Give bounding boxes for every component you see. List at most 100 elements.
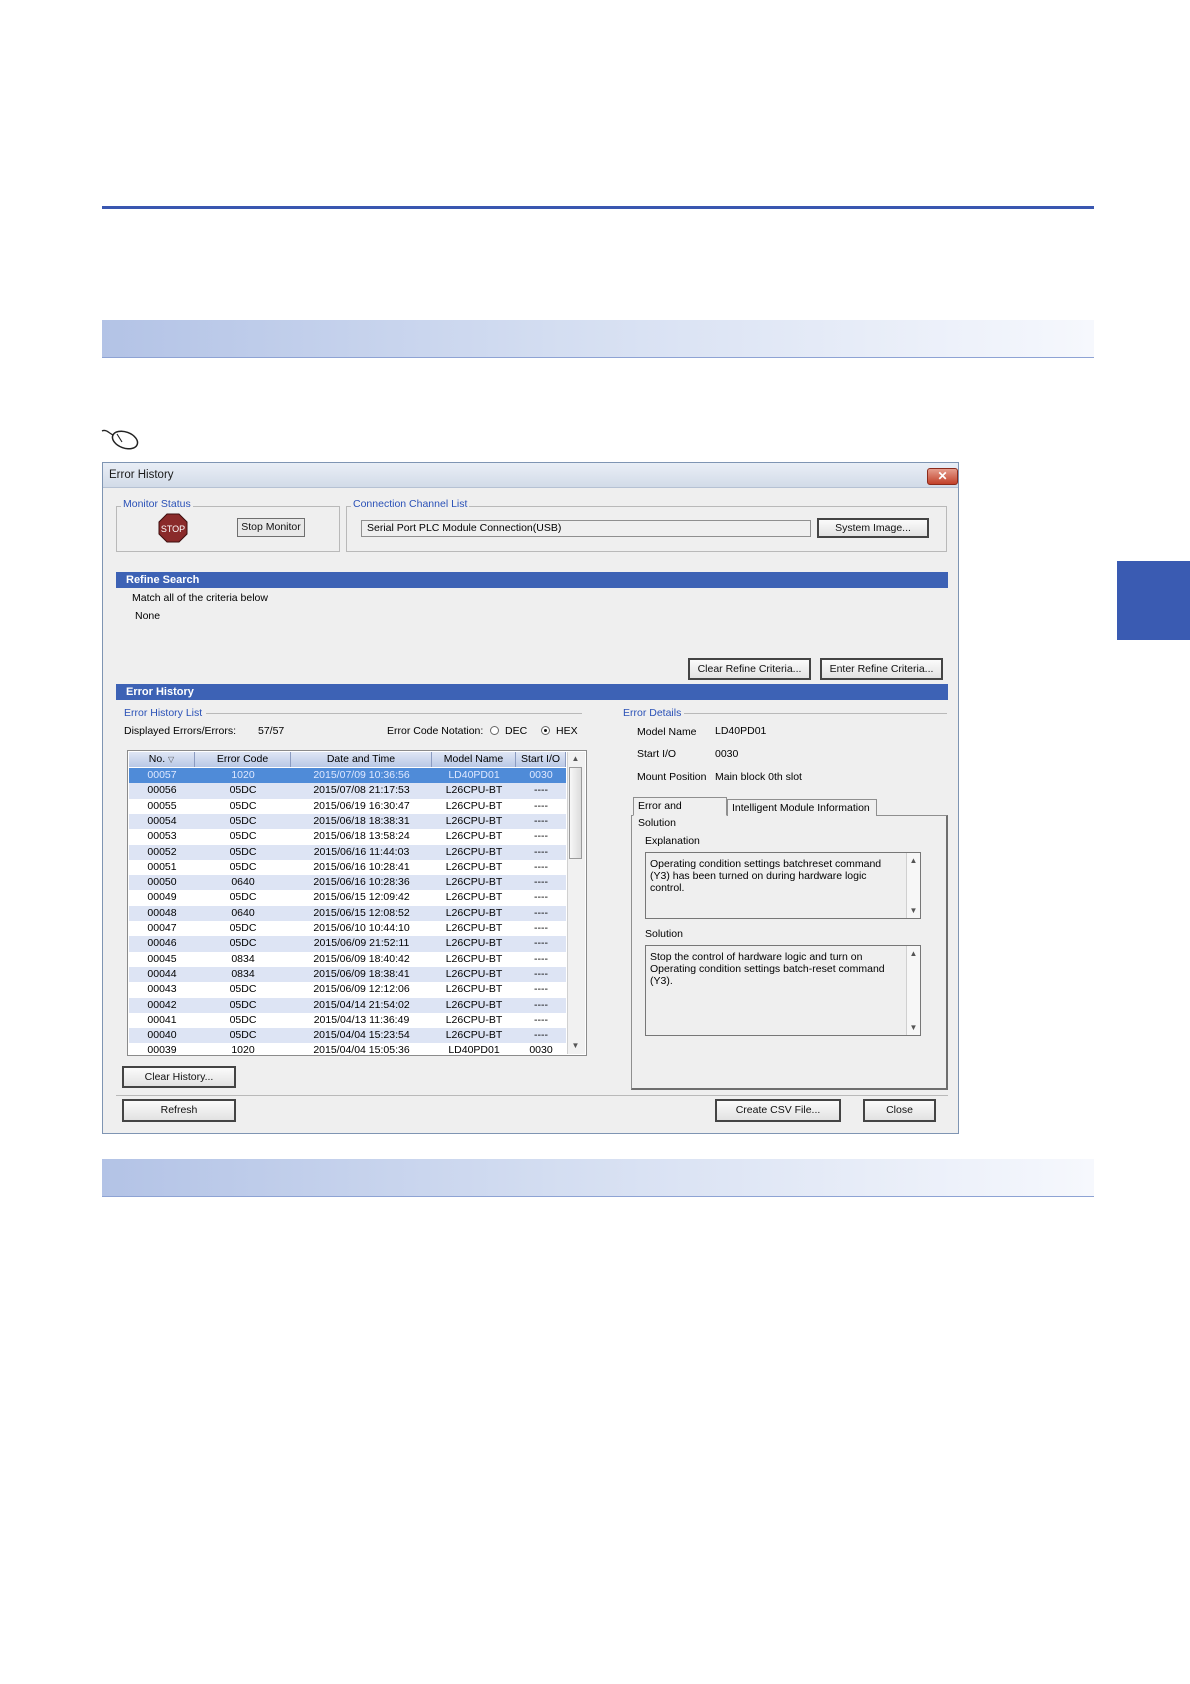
table-cell: L26CPU-BT — [445, 891, 503, 904]
displayed-errors-label: Displayed Errors/Errors: — [124, 725, 237, 737]
close-button[interactable]: Close — [863, 1099, 936, 1122]
monitor-status-legend: Monitor Status — [121, 498, 193, 510]
explanation-box[interactable]: Operating condition settings batchreset … — [645, 852, 921, 919]
table-cell: 2015/06/15 12:09:42 — [313, 891, 410, 904]
table-row[interactable]: 00056 05DC 2015/07/08 21:17:53 L26CPU-BT ---… — [129, 783, 566, 799]
table-cell: L26CPU-BT — [445, 922, 503, 934]
table-row[interactable]: 00046 05DC 2015/06/09 21:52:11 L26CPU-BT ---… — [129, 936, 566, 952]
explanation-scroll-up-icon[interactable]: ▲ — [907, 856, 920, 865]
table-row[interactable]: 00053 05DC 2015/06/18 13:58:24 L26CPU-BT ---… — [129, 829, 566, 844]
stop-monitor-button[interactable]: Stop Monitor — [237, 518, 305, 537]
column-header-no[interactable]: No. ▽ — [129, 752, 195, 767]
column-header-date-time[interactable]: Date and Time — [291, 752, 432, 767]
solution-scroll-down-icon[interactable]: ▼ — [907, 1023, 920, 1032]
details-legend-rule — [684, 713, 947, 714]
close-window-button[interactable]: ✕ — [927, 468, 958, 485]
table-cell: 2015/04/13 11:36:49 — [313, 1013, 410, 1026]
solution-box[interactable]: Stop the control of hardware logic and t… — [645, 945, 921, 1036]
table-cell: 1020 — [231, 769, 255, 781]
list-legend-rule — [206, 713, 582, 714]
table-cell: ---- — [534, 1029, 548, 1042]
section-band-bottom — [102, 1159, 1094, 1197]
column-header-start-io[interactable]: Start I/O — [516, 752, 566, 767]
table-cell: 00046 — [147, 937, 177, 950]
table-row[interactable]: 00044 0834 2015/06/09 18:38:41 L26CPU-BT ---… — [129, 966, 566, 983]
table-cell: 2015/06/10 10:44:10 — [313, 922, 410, 934]
mount-position-value: Main block 0th slot — [715, 771, 802, 783]
refresh-button[interactable]: Refresh — [122, 1099, 236, 1122]
table-cell: 2015/06/15 12:08:52 — [313, 906, 410, 919]
table-cell: 05DC — [229, 799, 257, 812]
table-row[interactable]: 00050 0640 2015/06/16 10:28:36 L26CPU-BT ---… — [129, 875, 566, 891]
table-row[interactable]: 00040 05DC 2015/04/04 15:23:54 L26CPU-BT ---… — [129, 1028, 566, 1044]
table-cell: ---- — [534, 876, 548, 889]
table-cell: 05DC — [229, 983, 257, 996]
table-cell: 00055 — [147, 799, 177, 812]
table-row[interactable]: 00051 05DC 2015/06/16 10:28:41 L26CPU-BT ---… — [129, 860, 566, 875]
start-io-label: Start I/O — [637, 748, 677, 760]
table-cell: 05DC — [229, 860, 257, 873]
dialog-title: Error History — [109, 469, 174, 481]
explanation-scroll-down-icon[interactable]: ▼ — [907, 906, 920, 915]
system-image-button[interactable]: System Image... — [817, 518, 929, 538]
table-row[interactable]: 00054 05DC 2015/06/18 18:38:31 L26CPU-BT ---… — [129, 813, 566, 830]
table-row[interactable]: 00052 05DC 2015/06/16 11:44:03 L26CPU-BT ---… — [129, 844, 566, 860]
mouse-icon — [101, 429, 139, 450]
table-cell: 2015/06/16 11:44:03 — [313, 845, 410, 858]
table-row[interactable]: 00042 05DC 2015/04/14 21:54:02 L26CPU-BT ---… — [129, 997, 566, 1013]
table-cell: ---- — [534, 906, 548, 919]
table-cell: 00053 — [147, 830, 177, 843]
table-row[interactable]: 00043 05DC 2015/06/09 12:12:06 L26CPU-BT ---… — [129, 982, 566, 997]
hex-radio[interactable] — [541, 726, 550, 735]
table-cell: L26CPU-BT — [445, 952, 503, 965]
table-cell: 2015/06/09 21:52:11 — [313, 937, 410, 950]
table-cell: L26CPU-BT — [445, 1013, 503, 1026]
enter-refine-criteria-button[interactable]: Enter Refine Criteria... — [820, 658, 943, 680]
table-row[interactable]: 00039 1020 2015/04/04 15:05:36 LD40PD01 0030 — [129, 1043, 566, 1056]
section-band-top — [102, 320, 1094, 358]
table-cell: 0030 — [529, 769, 553, 781]
table-cell: 05DC — [229, 998, 257, 1011]
table-cell: ---- — [534, 1013, 548, 1026]
table-row[interactable]: 00048 0640 2015/06/15 12:08:52 L26CPU-BT ---… — [129, 905, 566, 922]
table-cell: 00056 — [147, 784, 177, 797]
table-cell: 00044 — [147, 967, 177, 980]
table-cell: L26CPU-BT — [445, 784, 503, 797]
solution-scroll-up-icon[interactable]: ▲ — [907, 949, 920, 958]
table-cell: 0640 — [231, 876, 255, 889]
table-cell: ---- — [534, 799, 548, 812]
clear-history-button[interactable]: Clear History... — [122, 1066, 236, 1088]
table-row[interactable]: 00041 05DC 2015/04/13 11:36:49 L26CPU-BT ---… — [129, 1013, 566, 1028]
dec-radio[interactable] — [490, 726, 499, 735]
table-row[interactable]: 00055 05DC 2015/06/19 16:30:47 L26CPU-BT ---… — [129, 799, 566, 814]
table-cell: 00049 — [147, 891, 177, 904]
start-io-value: 0030 — [715, 748, 739, 760]
chapter-tab — [1117, 561, 1190, 640]
table-row[interactable]: 00057 1020 2015/07/09 10:36:56 LD40PD01 0030 — [129, 768, 566, 784]
table-row[interactable]: 00047 05DC 2015/06/10 10:44:10 L26CPU-BT ---… — [129, 921, 566, 936]
table-cell: 05DC — [229, 814, 257, 827]
table-cell: 05DC — [229, 937, 257, 950]
table-cell: ---- — [534, 998, 548, 1011]
table-cell: 00052 — [147, 845, 177, 858]
create-csv-file-button[interactable]: Create CSV File... — [715, 1099, 841, 1122]
tab-intelligent-module-information[interactable]: Intelligent Module Information — [727, 799, 877, 816]
solution-scrollbar[interactable] — [906, 946, 920, 1035]
table-cell: 2015/06/18 13:58:24 — [313, 830, 410, 843]
clear-refine-criteria-button[interactable]: Clear Refine Criteria... — [688, 658, 811, 680]
connection-channel-field[interactable]: Serial Port PLC Module Connection(USB) — [361, 520, 811, 537]
column-header-error-code[interactable]: Error Code — [195, 752, 291, 767]
table-cell: L26CPU-BT — [445, 998, 503, 1011]
scrollbar-thumb[interactable] — [569, 767, 582, 859]
svg-text:STOP: STOP — [161, 524, 185, 534]
table-cell: 2015/07/09 10:36:56 — [313, 769, 410, 781]
tab-error-and-solution[interactable]: Error and Solution — [633, 797, 727, 829]
scroll-down-icon[interactable]: ▼ — [569, 1041, 582, 1050]
scroll-up-icon[interactable]: ▲ — [569, 754, 582, 763]
table-row[interactable]: 00045 0834 2015/06/09 18:40:42 L26CPU-BT ---… — [129, 952, 566, 967]
table-cell: LD40PD01 — [448, 1044, 500, 1056]
table-row[interactable]: 00049 05DC 2015/06/15 12:09:42 L26CPU-BT ---… — [129, 890, 566, 905]
table-cell: 2015/06/09 12:12:06 — [313, 983, 410, 996]
monitor-status-group — [116, 506, 340, 552]
column-header-model-name[interactable]: Model Name — [432, 752, 516, 767]
